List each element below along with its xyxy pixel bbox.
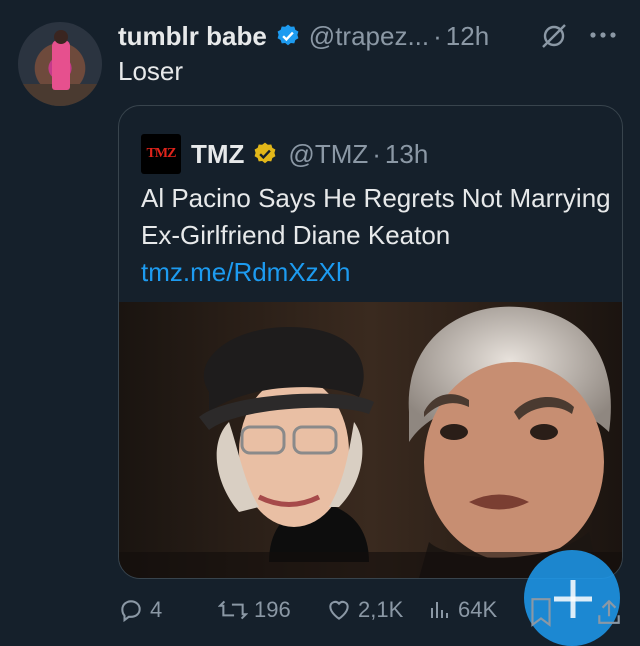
like-button[interactable]: 2,1K	[326, 592, 403, 628]
gold-verified-badge-icon	[255, 142, 276, 164]
avatar[interactable]	[18, 22, 102, 106]
views-button[interactable]: 64K	[428, 592, 497, 628]
repost-button[interactable]: 196	[218, 592, 291, 628]
like-count: 2,1K	[358, 597, 404, 622]
quote-timestamp[interactable]: 13h	[385, 139, 428, 170]
quote-separator-dot: ·	[372, 138, 381, 169]
bookmark-icon[interactable]	[528, 596, 554, 628]
reply-icon	[121, 600, 141, 623]
tweet-text: Loser	[118, 56, 184, 86]
avatar-head	[54, 30, 68, 44]
tmz-logo[interactable]: TMZ	[141, 134, 181, 174]
grok-icon[interactable]	[540, 22, 568, 50]
like-icon	[329, 600, 349, 620]
reply-count: 4	[150, 597, 163, 622]
more-icon[interactable]	[588, 30, 618, 40]
author-name[interactable]: tumblr babe	[118, 21, 267, 52]
photo-illustration	[119, 302, 622, 578]
repost-icon	[218, 600, 248, 620]
quote-headline: Al Pacino Says He Regrets Not Marrying E…	[141, 183, 611, 250]
share-icon[interactable]	[596, 598, 622, 626]
views-count: 64K	[458, 597, 498, 622]
repost-count: 196	[254, 597, 291, 622]
verified-badge-icon	[277, 24, 299, 46]
timestamp[interactable]: 12h	[446, 21, 489, 52]
tweet[interactable]: tumblr babe @trapez... · 12h Loser TMZ T…	[0, 0, 640, 646]
reply-button[interactable]: 4	[118, 592, 162, 628]
separator-dot: ·	[433, 20, 442, 51]
quote-link[interactable]: tmz.me/RdmXzXh	[141, 257, 351, 287]
avatar-figure	[52, 40, 70, 90]
quote-author-handle[interactable]: @TMZ	[288, 139, 368, 170]
quote-author-name[interactable]: TMZ	[191, 139, 244, 170]
quote-header: TMZ TMZ @TMZ · 13h	[141, 134, 428, 174]
quote-photo[interactable]	[119, 302, 622, 578]
quote-text: Al Pacino Says He Regrets Not Marrying E…	[141, 180, 611, 291]
author-handle[interactable]: @trapez...	[309, 21, 429, 52]
quoted-tweet[interactable]: TMZ TMZ @TMZ · 13h Al Pacino Says He Reg…	[118, 105, 623, 579]
views-icon	[431, 602, 448, 618]
